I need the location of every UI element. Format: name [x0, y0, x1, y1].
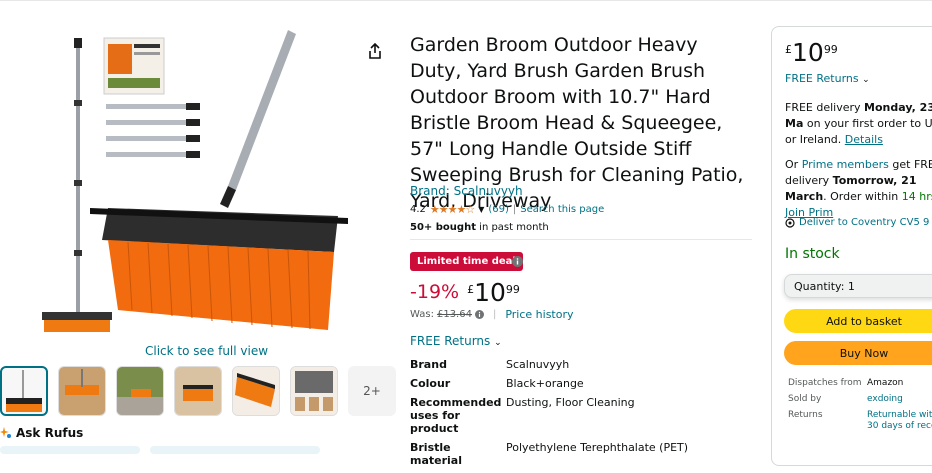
- price-currency: £: [467, 283, 475, 296]
- seller-info-row: Dispatches from Amazon: [788, 378, 932, 388]
- buybox-price: £ 10 99: [785, 40, 838, 66]
- discount-percent: -19%: [410, 281, 460, 303]
- delivery-prefix: FREE delivery: [785, 101, 865, 114]
- location-pin-icon: [785, 217, 795, 228]
- sparkle-icon: [0, 427, 11, 438]
- chevron-down-icon: ⌄: [862, 75, 870, 85]
- suggestion-pill[interactable]: [0, 446, 140, 454]
- thumbnail[interactable]: [232, 366, 280, 416]
- limited-deal-badge: Limited time deal: [410, 252, 523, 271]
- thumbnail-strip: 2+: [0, 366, 396, 416]
- spec-key: Bristle material: [410, 441, 462, 467]
- free-returns-link[interactable]: FREE Returns ⌄: [410, 334, 502, 348]
- divider: [410, 239, 752, 240]
- free-returns-label: FREE Returns: [410, 334, 491, 348]
- was-price: £13.64: [436, 309, 472, 320]
- search-page-link[interactable]: Search this page: [520, 204, 604, 215]
- specs-table: Brand Scalnuvyyh Colour Black+orange Rec…: [410, 358, 688, 473]
- deliver-to-link[interactable]: Deliver to Coventry CV5 9: [785, 217, 929, 228]
- thumbnail[interactable]: [290, 366, 338, 416]
- main-product-image[interactable]: [38, 30, 360, 342]
- separator: |: [492, 309, 497, 320]
- seller-info-row: Sold by exdoing: [788, 394, 932, 404]
- info-icon[interactable]: [474, 310, 484, 319]
- prime-members-link[interactable]: Prime members: [802, 158, 889, 171]
- quantity-select[interactable]: Quantity: 1: [784, 274, 932, 298]
- rating-row: 4.2 ★★★★☆ ▼ (69) | Search this page: [410, 203, 604, 216]
- thumbnail[interactable]: [0, 366, 48, 416]
- info-icon[interactable]: [512, 256, 523, 267]
- table-row: Recommended uses for product Dusting, Fl…: [410, 396, 688, 441]
- price-whole: 10: [792, 38, 824, 67]
- star-rating-icon[interactable]: ★★★★☆: [430, 203, 475, 216]
- top-divider: [0, 0, 932, 5]
- buy-now-button[interactable]: Buy Now: [784, 341, 932, 365]
- seller-info: Dispatches from Amazon Sold by exdoing R…: [788, 378, 932, 438]
- free-returns-label: FREE Returns: [785, 72, 859, 85]
- separator: |: [512, 204, 517, 215]
- brand-link[interactable]: Brand: Scalnuvyyh: [410, 184, 523, 198]
- spec-value: Polyethylene Terephthalate (PET): [506, 441, 689, 454]
- table-row: Colour Black+orange: [410, 377, 688, 396]
- info-key: Sold by: [788, 394, 822, 404]
- bought-suffix: in past month: [475, 222, 549, 233]
- table-row: Bristle material Polyethylene Terephthal…: [410, 441, 688, 473]
- seller-link[interactable]: exdoing: [867, 394, 903, 404]
- price-whole: 10: [474, 278, 506, 307]
- chevron-down-icon[interactable]: ▼: [478, 205, 484, 214]
- was-label: Was:: [410, 309, 434, 320]
- price-fraction: 99: [505, 283, 520, 296]
- deliver-to-label: Deliver to Coventry CV5 9: [799, 217, 930, 228]
- table-row: Brand Scalnuvyyh: [410, 358, 688, 377]
- spec-key: Brand: [410, 358, 447, 371]
- see-full-view-link[interactable]: Click to see full view: [145, 344, 268, 358]
- delivery-info: FREE delivery Monday, 23 Ma on your firs…: [785, 100, 932, 148]
- ask-rufus-button[interactable]: Ask Rufus: [0, 426, 83, 440]
- add-to-basket-button[interactable]: Add to basket: [784, 309, 932, 333]
- was-price-row: Was: £13.64 | Price history: [410, 308, 574, 321]
- price-fraction: 99: [823, 43, 838, 56]
- price-history-link[interactable]: Price history: [505, 308, 573, 321]
- bought-in-past-month: 50+ bought in past month: [410, 222, 549, 233]
- bought-count: 50+ bought: [410, 222, 476, 233]
- thumbnail[interactable]: [174, 366, 222, 416]
- details-link[interactable]: Details: [845, 133, 883, 146]
- info-value: Amazon: [867, 378, 904, 388]
- thumbnail[interactable]: [116, 366, 164, 416]
- prime-order: . Order within: [823, 190, 902, 203]
- info-key: Dispatches from: [788, 378, 862, 388]
- spec-key: Colour: [410, 377, 451, 390]
- rating-value: 4.2: [410, 204, 426, 215]
- thumbnail[interactable]: [58, 366, 106, 416]
- chevron-down-icon: ⌄: [494, 338, 502, 348]
- price-currency: £: [785, 43, 792, 56]
- spec-value: Black+orange: [506, 377, 584, 390]
- suggestion-pill[interactable]: [150, 446, 320, 454]
- prime-prefix: Or: [785, 158, 802, 171]
- more-thumbnails-button[interactable]: 2+: [348, 366, 396, 416]
- price-row: -19% £ 10 99: [410, 280, 520, 306]
- prime-hours: 14 hrs: [901, 190, 932, 203]
- spec-value: Scalnuvyyh: [506, 358, 570, 371]
- free-returns-link[interactable]: FREE Returns ⌄: [785, 72, 870, 85]
- prime-delivery-info: Or Prime members get FREE delivery Tomor…: [785, 157, 932, 221]
- returns-link[interactable]: Returnable wit 30 days of rece: [867, 410, 932, 432]
- spec-value: Dusting, Floor Cleaning: [506, 396, 635, 409]
- rating-count-link[interactable]: (69): [488, 204, 509, 215]
- spec-key: Recommended uses for product: [410, 396, 502, 435]
- ask-rufus-label: Ask Rufus: [16, 426, 84, 440]
- info-key: Returns: [788, 410, 823, 420]
- seller-info-row: Returns Returnable wit 30 days of rece: [788, 410, 932, 432]
- share-icon[interactable]: [366, 42, 384, 60]
- stock-status: In stock: [785, 246, 840, 262]
